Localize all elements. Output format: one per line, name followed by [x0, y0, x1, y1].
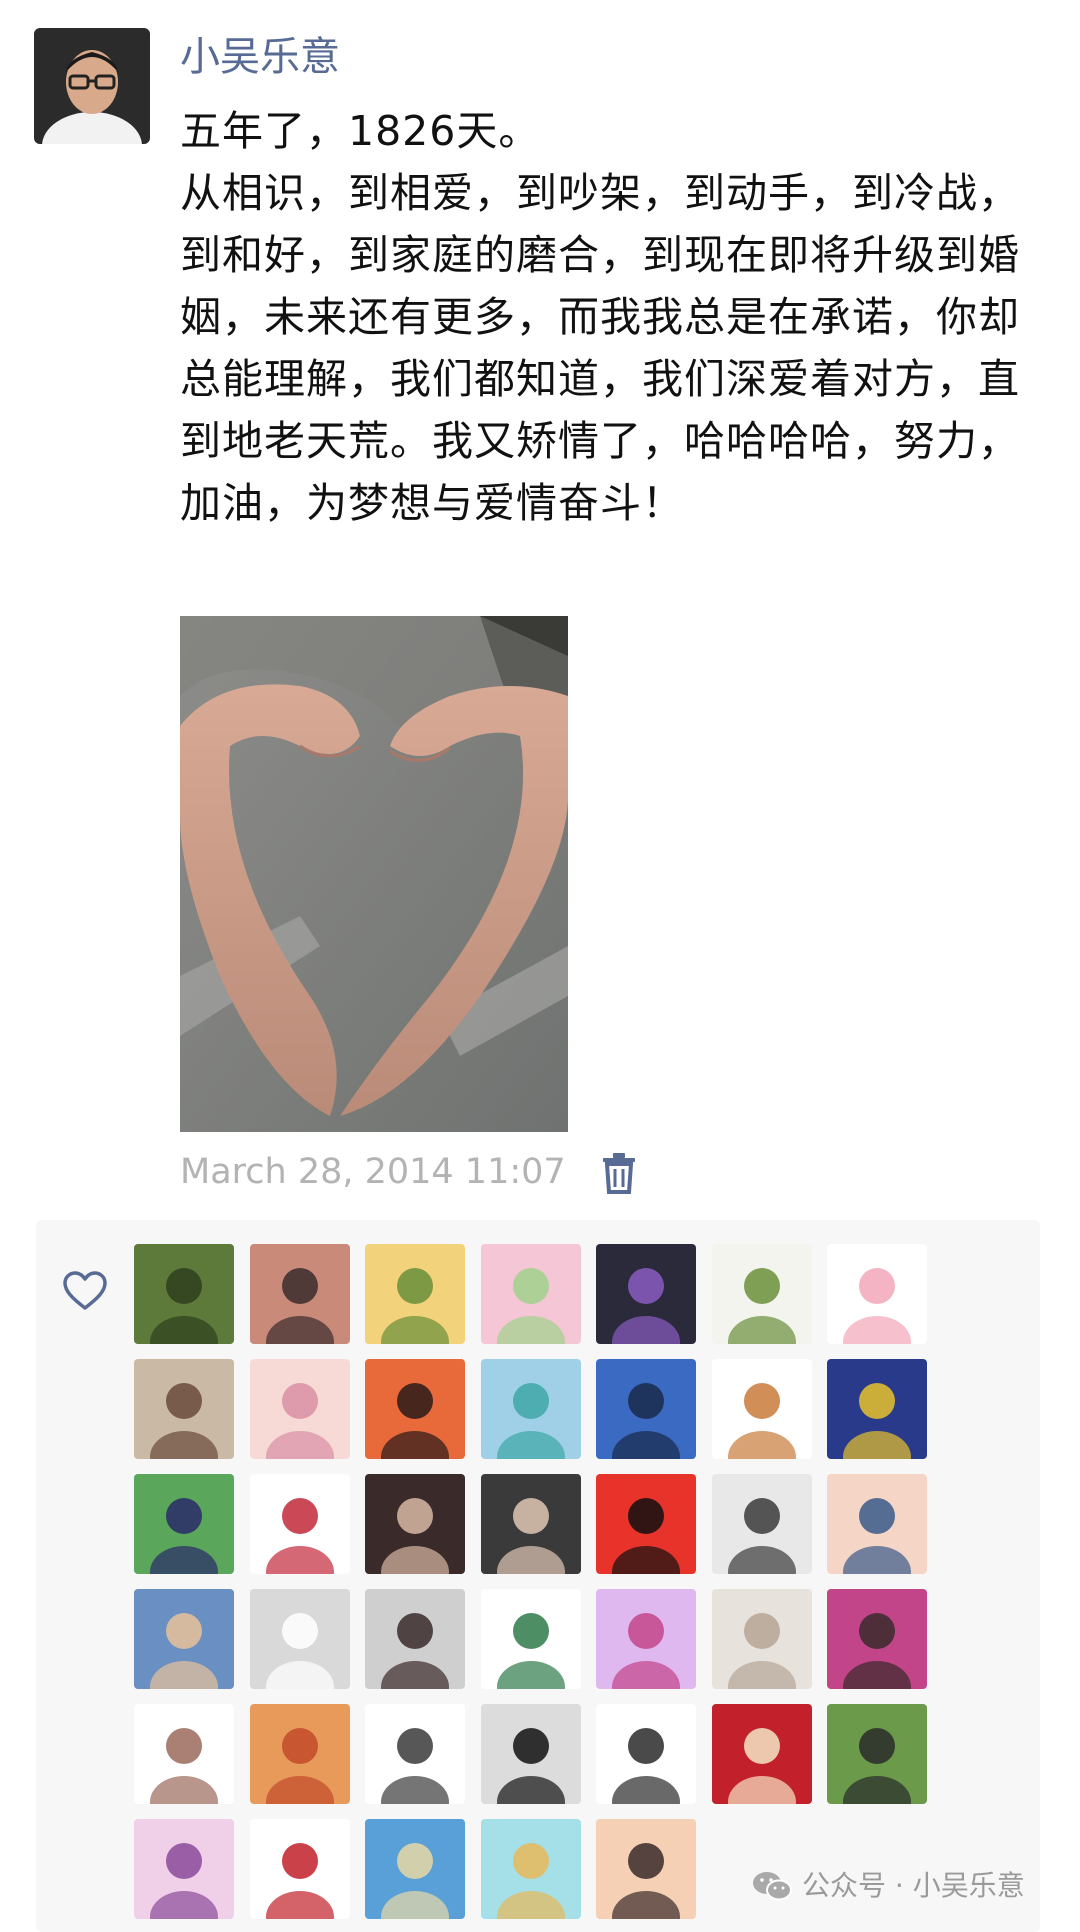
liker-avatar-image — [134, 1244, 234, 1344]
liker-avatar[interactable] — [249, 1819, 350, 1919]
liker-avatar-image — [249, 1244, 350, 1344]
liker-avatar[interactable] — [365, 1244, 465, 1344]
liker-avatar[interactable] — [596, 1244, 696, 1344]
liker-avatar-image — [134, 1704, 234, 1804]
liker-avatar-image — [480, 1244, 581, 1344]
post-text-line-2: 从相识，到相爱，到吵架，到动手，到冷战，到和好，到家庭的磨合，到现在即将升级到婚… — [180, 169, 1020, 527]
post-text-line-1: 五年了，1826天。 — [180, 107, 541, 155]
liker-avatar[interactable] — [134, 1474, 234, 1574]
liker-avatar[interactable] — [596, 1589, 696, 1689]
author-name[interactable]: 小吴乐意 — [180, 30, 340, 84]
liker-avatar-image — [365, 1819, 465, 1919]
heart-outline-icon — [63, 1271, 107, 1310]
post-text: 五年了，1826天。 从相识，到相爱，到吵架，到动手，到冷战，到和好，到家庭的磨… — [180, 100, 1030, 534]
liker-avatar-image — [365, 1704, 465, 1804]
liker-avatar[interactable] — [249, 1589, 350, 1689]
heart-hands-photo — [180, 616, 568, 1132]
liker-avatar[interactable] — [827, 1589, 927, 1689]
liker-avatar-image — [249, 1474, 350, 1574]
liker-avatar[interactable] — [249, 1359, 350, 1459]
liker-avatar[interactable] — [711, 1244, 812, 1344]
liker-avatar-image — [249, 1359, 350, 1459]
liker-avatar[interactable] — [827, 1359, 927, 1459]
liker-avatar[interactable] — [596, 1359, 696, 1459]
liker-avatar-grid — [134, 1244, 954, 1919]
post-timestamp: March 28, 2014 11:07 — [180, 1152, 566, 1192]
liker-avatar-image — [596, 1244, 696, 1344]
liker-avatar-image — [827, 1704, 927, 1804]
liker-avatar[interactable] — [365, 1589, 465, 1689]
liker-avatar-image — [365, 1359, 465, 1459]
liker-avatar[interactable] — [711, 1589, 812, 1689]
liker-avatar[interactable] — [134, 1244, 234, 1344]
liker-avatar[interactable] — [365, 1704, 465, 1804]
liker-avatar[interactable] — [134, 1704, 234, 1804]
liker-avatar-image — [134, 1359, 234, 1459]
liker-avatar-image — [827, 1359, 927, 1459]
liker-avatar-image — [134, 1474, 234, 1574]
liker-avatar-image — [134, 1589, 234, 1689]
liker-avatar-image — [249, 1819, 350, 1919]
liker-avatar[interactable] — [365, 1819, 465, 1919]
liker-avatar[interactable] — [827, 1474, 927, 1574]
liker-avatar-image — [480, 1359, 581, 1459]
author-avatar[interactable] — [34, 28, 150, 144]
liker-avatar[interactable] — [480, 1359, 581, 1459]
liker-avatar[interactable] — [480, 1704, 581, 1804]
liker-avatar-image — [249, 1589, 350, 1689]
liker-avatar-image — [249, 1704, 350, 1804]
liker-avatar-image — [711, 1359, 812, 1459]
liker-avatar[interactable] — [365, 1359, 465, 1459]
liker-avatar-image — [596, 1474, 696, 1574]
liker-avatar-image — [711, 1244, 812, 1344]
liker-avatar[interactable] — [827, 1704, 927, 1804]
liker-avatar-image — [711, 1704, 812, 1804]
liker-avatar[interactable] — [596, 1704, 696, 1804]
liker-avatar[interactable] — [480, 1244, 581, 1344]
liker-avatar[interactable] — [134, 1819, 234, 1919]
watermark: 公众号 · 小吴乐意 — [752, 1866, 1025, 1906]
watermark-text: 公众号 · 小吴乐意 — [802, 1869, 1025, 1902]
liker-avatar-image — [827, 1244, 927, 1344]
trash-icon — [603, 1153, 635, 1194]
likes-panel — [36, 1220, 1040, 1932]
liker-avatar[interactable] — [596, 1819, 696, 1919]
liker-avatar[interactable] — [480, 1589, 581, 1689]
liker-avatar[interactable] — [134, 1589, 234, 1689]
liker-avatar-image — [827, 1474, 927, 1574]
liker-avatar-image — [596, 1819, 696, 1919]
delete-button[interactable] — [600, 1152, 638, 1194]
liker-avatar[interactable] — [827, 1244, 927, 1344]
liker-avatar-image — [480, 1819, 581, 1919]
liker-avatar-image — [480, 1589, 581, 1689]
liker-avatar[interactable] — [134, 1359, 234, 1459]
liker-avatar-image — [365, 1244, 465, 1344]
liker-avatar-image — [711, 1474, 812, 1574]
liker-avatar[interactable] — [711, 1704, 812, 1804]
liker-avatar[interactable] — [365, 1474, 465, 1574]
liker-avatar-image — [365, 1589, 465, 1689]
liker-avatar[interactable] — [480, 1819, 581, 1919]
liker-avatar[interactable] — [711, 1359, 812, 1459]
liker-avatar-image — [134, 1819, 234, 1919]
liker-avatar[interactable] — [249, 1474, 350, 1574]
liker-avatar[interactable] — [249, 1244, 350, 1344]
liker-avatar[interactable] — [711, 1474, 812, 1574]
post-photo[interactable] — [180, 616, 568, 1132]
liker-avatar-image — [596, 1359, 696, 1459]
liker-avatar-image — [480, 1704, 581, 1804]
liker-avatar-image — [827, 1589, 927, 1689]
liker-avatar[interactable] — [480, 1474, 581, 1574]
liker-avatar[interactable] — [596, 1474, 696, 1574]
liker-avatar-image — [711, 1589, 812, 1689]
liker-avatar-image — [596, 1704, 696, 1804]
wechat-icon — [753, 1872, 792, 1901]
liker-avatar-image — [596, 1589, 696, 1689]
liker-avatar[interactable] — [249, 1704, 350, 1804]
liker-avatar-image — [365, 1474, 465, 1574]
liker-avatar-image — [480, 1474, 581, 1574]
